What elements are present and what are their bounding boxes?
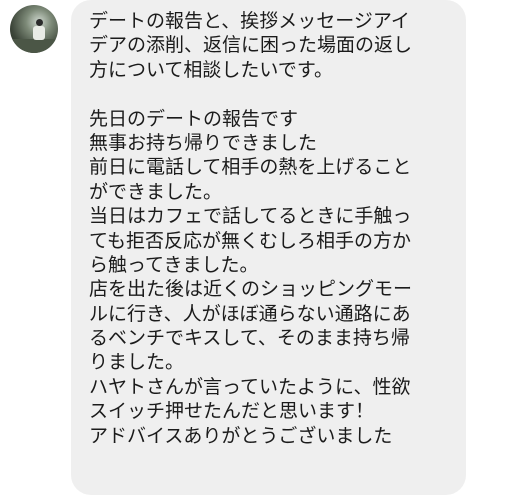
message-line: スイッチ押せたんだと思います！ bbox=[89, 400, 375, 423]
message-line: るベンチでキスして、そのまま持ち帰 bbox=[89, 327, 410, 350]
message-line: ができました。 bbox=[89, 180, 223, 203]
message-line: 店を出た後は近くのショッピングモー bbox=[89, 278, 413, 301]
message-line: ルに行き、人がほぼ通らない通路にあ bbox=[89, 302, 411, 325]
message-line: アドバイスありがとうございました bbox=[89, 424, 393, 447]
message-line: 当日はカフェで話してるときに手触っ bbox=[89, 205, 412, 228]
message-line: ても拒否反応が無くむしろ相手の方か bbox=[89, 229, 412, 252]
message-line: デアの添削、返信に困った場面の返し bbox=[89, 34, 413, 57]
message-line: ハヤトさんが言っていたように、性欲 bbox=[89, 375, 411, 398]
message-line: 前日に電話して相手の熱を上げること bbox=[89, 156, 412, 179]
message-line: りました。 bbox=[89, 351, 185, 374]
message-bubble: デートの報告と、挨拶メッセージアイ デアの添削、返信に困った場面の返し 方につい… bbox=[71, 0, 466, 495]
message-line: 方について相談したいです。 bbox=[89, 58, 333, 81]
message-line: ら触ってきました。 bbox=[89, 253, 259, 276]
avatar-background bbox=[10, 39, 58, 53]
avatar[interactable] bbox=[10, 5, 58, 53]
message-line: 無事お持ち帰りできました bbox=[89, 131, 318, 154]
message-line: 先日のデートの報告です bbox=[89, 107, 299, 130]
avatar-figure-body bbox=[33, 26, 45, 40]
avatar-figure-head bbox=[36, 19, 43, 26]
message-line: デートの報告と、挨拶メッセージアイ bbox=[89, 10, 410, 32]
